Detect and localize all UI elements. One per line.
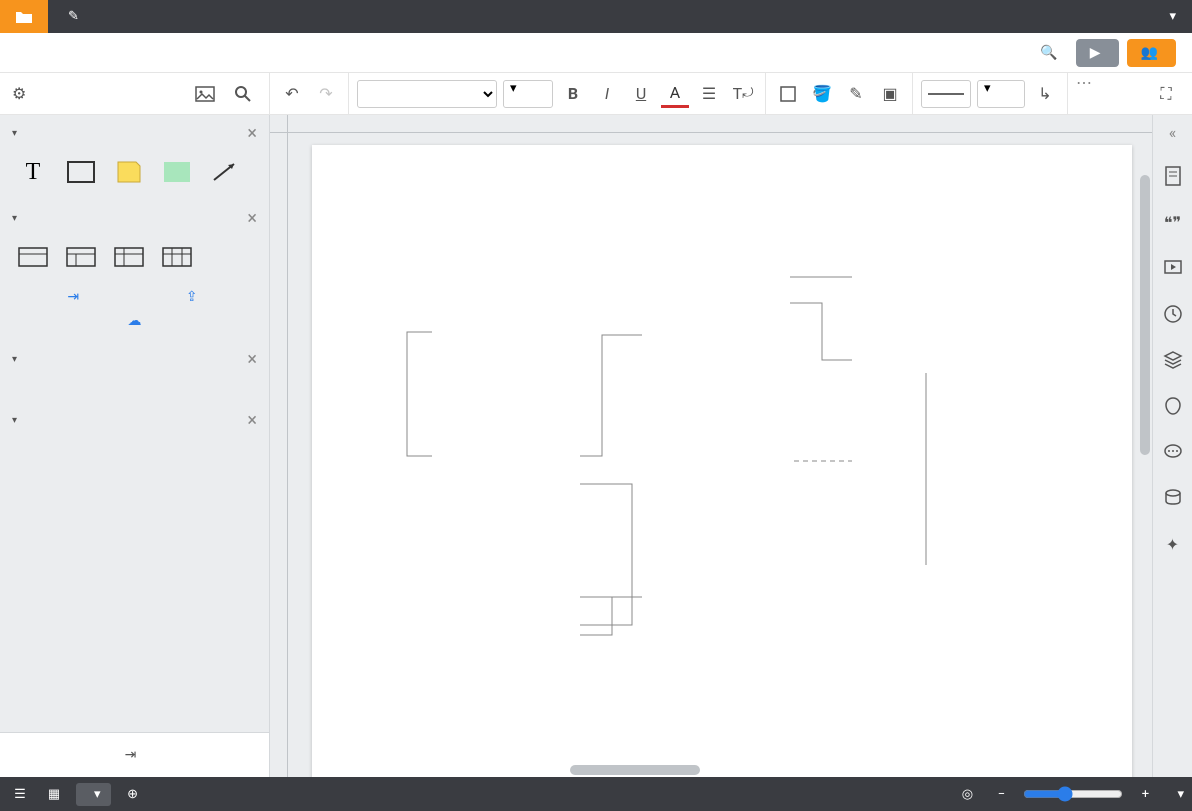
- er-shape-2[interactable]: [64, 245, 98, 269]
- user-menu[interactable]: ▾: [1149, 9, 1192, 24]
- history-icon[interactable]: [1161, 302, 1185, 326]
- right-panel: « ❝❞ ✦: [1152, 115, 1192, 777]
- chevron-down-icon: ▾: [12, 354, 17, 365]
- line-style-select[interactable]: [921, 80, 971, 108]
- shape-options-button[interactable]: ▣: [876, 80, 904, 108]
- section-flowchart[interactable]: ▾×: [0, 341, 269, 378]
- note-shape[interactable]: [112, 160, 146, 184]
- menubar: 🔍 ▶ 👥: [0, 33, 1192, 73]
- edit-title-icon[interactable]: ✎: [68, 9, 79, 24]
- text-shape[interactable]: T: [16, 160, 50, 184]
- people-icon: 👥: [1141, 45, 1158, 61]
- section-standard[interactable]: ▾×: [0, 115, 269, 152]
- shape-button[interactable]: [774, 80, 802, 108]
- fullscreen-button[interactable]: ⛶: [1152, 80, 1180, 108]
- align-button[interactable]: ☰: [695, 80, 723, 108]
- present-button[interactable]: ▶: [1076, 39, 1119, 67]
- collapse-panel-icon[interactable]: «: [1169, 123, 1177, 142]
- folder-icon[interactable]: [0, 0, 48, 33]
- image-icon[interactable]: [191, 80, 219, 108]
- vertical-scrollbar[interactable]: [1140, 175, 1150, 455]
- ruler-horizontal: [288, 115, 1152, 133]
- grid-view-icon[interactable]: ▦: [42, 782, 66, 806]
- chevron-down-icon: ▾: [1177, 787, 1184, 802]
- horizontal-scrollbar[interactable]: [570, 765, 700, 775]
- arrow-shape[interactable]: [208, 160, 242, 184]
- er-shape-3[interactable]: [112, 245, 146, 269]
- titlebar: ✎ ▾: [0, 0, 1192, 33]
- er-shape-4[interactable]: [160, 245, 194, 269]
- salesforce-import-link[interactable]: ☁: [0, 309, 269, 341]
- italic-button[interactable]: I: [593, 80, 621, 108]
- zoom-slider[interactable]: [1023, 786, 1123, 802]
- bold-button[interactable]: B: [559, 80, 587, 108]
- zoom-in-button[interactable]: +: [1133, 782, 1157, 806]
- section-er[interactable]: ▾×: [0, 200, 269, 237]
- play-icon: ▶: [1090, 45, 1101, 61]
- ruler-corner: [270, 115, 288, 133]
- zoom-out-button[interactable]: −: [989, 782, 1013, 806]
- magic-icon[interactable]: ✦: [1161, 532, 1185, 556]
- close-icon[interactable]: ×: [247, 410, 257, 431]
- toolbar: ⚙ ↶ ↷ ▾ B I U A ☰ T⤾ 🪣 ✎ ▣ ▾ ↳ ⋯ ⛶: [0, 73, 1192, 115]
- shapes-sidebar: ▾× T ▾× ⇥ ⇪ ☁ ▾×: [0, 115, 270, 777]
- list-view-icon[interactable]: ☰: [8, 782, 32, 806]
- chevron-down-icon: ▾: [1169, 9, 1176, 24]
- autoscroll-icon[interactable]: ◎: [955, 782, 979, 806]
- er-shape-1[interactable]: [16, 245, 50, 269]
- feature-find[interactable]: 🔍: [1040, 45, 1063, 61]
- font-select[interactable]: [357, 80, 497, 108]
- layers-icon[interactable]: [1161, 348, 1185, 372]
- import-data-button[interactable]: ⇥: [0, 732, 269, 777]
- gear-icon[interactable]: ⚙: [12, 84, 26, 103]
- undo-button[interactable]: ↶: [278, 80, 306, 108]
- chevron-down-icon: ▾: [12, 128, 17, 139]
- rect-shape[interactable]: [64, 160, 98, 184]
- chevron-down-icon: ▾: [94, 787, 101, 802]
- canvas[interactable]: [270, 115, 1152, 777]
- chevron-down-icon: ▾: [12, 213, 17, 224]
- underline-button[interactable]: U: [627, 80, 655, 108]
- theme-icon[interactable]: [1161, 394, 1185, 418]
- search-icon[interactable]: [229, 80, 257, 108]
- add-page-button[interactable]: ⊕: [121, 782, 145, 806]
- block-shape[interactable]: [160, 160, 194, 184]
- chevron-down-icon: ▾: [12, 415, 17, 426]
- import-link[interactable]: ⇥: [67, 289, 83, 305]
- ruler-vertical: [270, 133, 288, 777]
- present-icon[interactable]: [1161, 256, 1185, 280]
- close-icon[interactable]: ×: [247, 349, 257, 370]
- close-icon[interactable]: ×: [247, 123, 257, 144]
- export-link[interactable]: ⇪: [186, 289, 202, 305]
- text-format-button[interactable]: T⤾: [729, 80, 757, 108]
- line-routing-button[interactable]: ↳: [1031, 80, 1059, 108]
- connection-lines: [312, 145, 1132, 777]
- more-button[interactable]: ⋯: [1068, 73, 1100, 114]
- section-containers[interactable]: ▾×: [0, 402, 269, 439]
- chat-icon[interactable]: [1161, 440, 1185, 464]
- share-button[interactable]: 👥: [1127, 39, 1176, 67]
- comments-icon[interactable]: ❝❞: [1161, 210, 1185, 234]
- diagram-page[interactable]: [312, 145, 1132, 777]
- text-color-button[interactable]: A: [661, 80, 689, 108]
- footer: ☰ ▦ ▾ ⊕ ◎ − + ▾: [0, 777, 1192, 811]
- fill-button[interactable]: 🪣: [808, 80, 836, 108]
- font-size-select[interactable]: ▾: [503, 80, 553, 108]
- page-settings-icon[interactable]: [1161, 164, 1185, 188]
- line-width-select[interactable]: ▾: [977, 80, 1025, 108]
- data-icon[interactable]: [1161, 486, 1185, 510]
- border-color-button[interactable]: ✎: [842, 80, 870, 108]
- redo-button[interactable]: ↷: [312, 80, 340, 108]
- close-icon[interactable]: ×: [247, 208, 257, 229]
- binoculars-icon: 🔍: [1040, 45, 1057, 61]
- page-tab[interactable]: ▾: [76, 783, 111, 806]
